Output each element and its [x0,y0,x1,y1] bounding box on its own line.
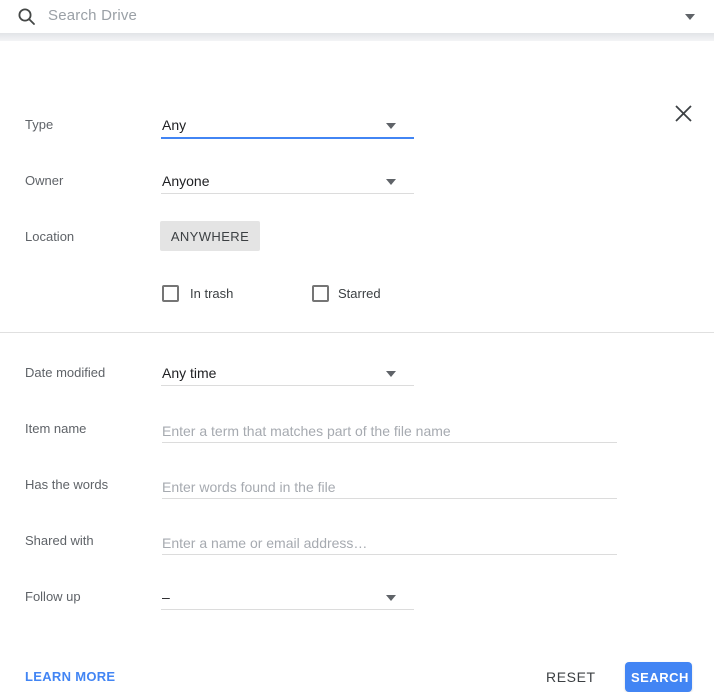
date-modified-underline [161,385,414,386]
item-name-input[interactable] [162,419,617,443]
follow-up-underline [161,609,414,610]
type-label: Type [25,117,53,132]
shared-with-label: Shared with [25,533,94,548]
type-underline-focused [161,137,414,139]
search-icon[interactable] [17,7,36,26]
advanced-search-panel: Type Any Owner Anyone Location ANYWHERE … [0,41,714,660]
searchbar-shadow [0,33,714,41]
starred-checkbox[interactable] [312,285,329,302]
date-modified-label: Date modified [25,365,105,380]
owner-underline [161,193,414,194]
item-name-label: Item name [25,421,86,436]
has-words-label: Has the words [25,477,108,492]
close-icon[interactable] [673,103,694,124]
chevron-down-icon [386,179,396,185]
starred-label: Starred [338,286,381,301]
shared-with-input[interactable] [162,531,617,555]
location-label: Location [25,229,74,244]
search-button[interactable]: SEARCH [625,662,692,692]
in-trash-label: In trash [190,286,233,301]
divider [0,332,714,333]
in-trash-checkbox[interactable] [162,285,179,302]
chevron-down-icon [386,123,396,129]
type-value: Any [162,117,186,133]
chevron-down-icon [386,595,396,601]
owner-value: Anyone [162,173,209,189]
chevron-down-icon [386,371,396,377]
date-modified-value: Any time [162,365,216,381]
learn-more-link[interactable]: LEARN MORE [25,669,115,684]
search-input-placeholder[interactable]: Search Drive [48,7,137,24]
reset-button[interactable]: RESET [546,669,596,685]
search-bar[interactable]: Search Drive [0,0,714,33]
chevron-down-icon[interactable] [685,14,695,20]
location-anywhere-button[interactable]: ANYWHERE [160,221,260,251]
follow-up-value: – [162,589,170,605]
has-words-input[interactable] [162,475,617,499]
follow-up-label: Follow up [25,589,81,604]
owner-label: Owner [25,173,63,188]
